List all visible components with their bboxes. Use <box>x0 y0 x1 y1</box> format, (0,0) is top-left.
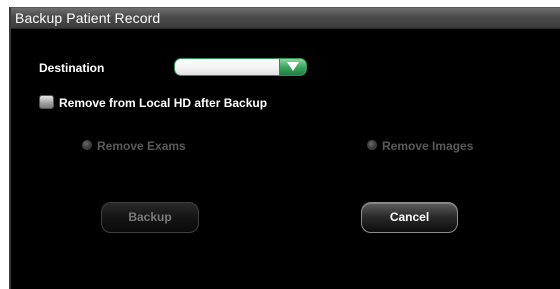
dropdown-button[interactable] <box>279 59 306 75</box>
destination-label: Destination <box>39 61 105 75</box>
remove-images-radio[interactable] <box>367 140 377 150</box>
dialog-title: Backup Patient Record <box>15 10 161 26</box>
remove-local-checkbox[interactable] <box>39 95 54 109</box>
destination-value <box>175 59 277 75</box>
chevron-down-icon <box>287 62 299 71</box>
cancel-button[interactable]: Cancel <box>361 202 458 233</box>
dialog-titlebar: Backup Patient Record <box>11 8 560 29</box>
backup-button[interactable]: Backup <box>101 202 199 233</box>
destination-dropdown[interactable] <box>174 58 307 76</box>
remove-exams-label[interactable]: Remove Exams <box>97 139 186 153</box>
remove-local-label[interactable]: Remove from Local HD after Backup <box>59 96 267 110</box>
remove-exams-radio[interactable] <box>82 140 92 150</box>
remove-images-label[interactable]: Remove Images <box>382 139 473 153</box>
backup-dialog: Backup Patient Record Destination Remove… <box>9 7 560 289</box>
